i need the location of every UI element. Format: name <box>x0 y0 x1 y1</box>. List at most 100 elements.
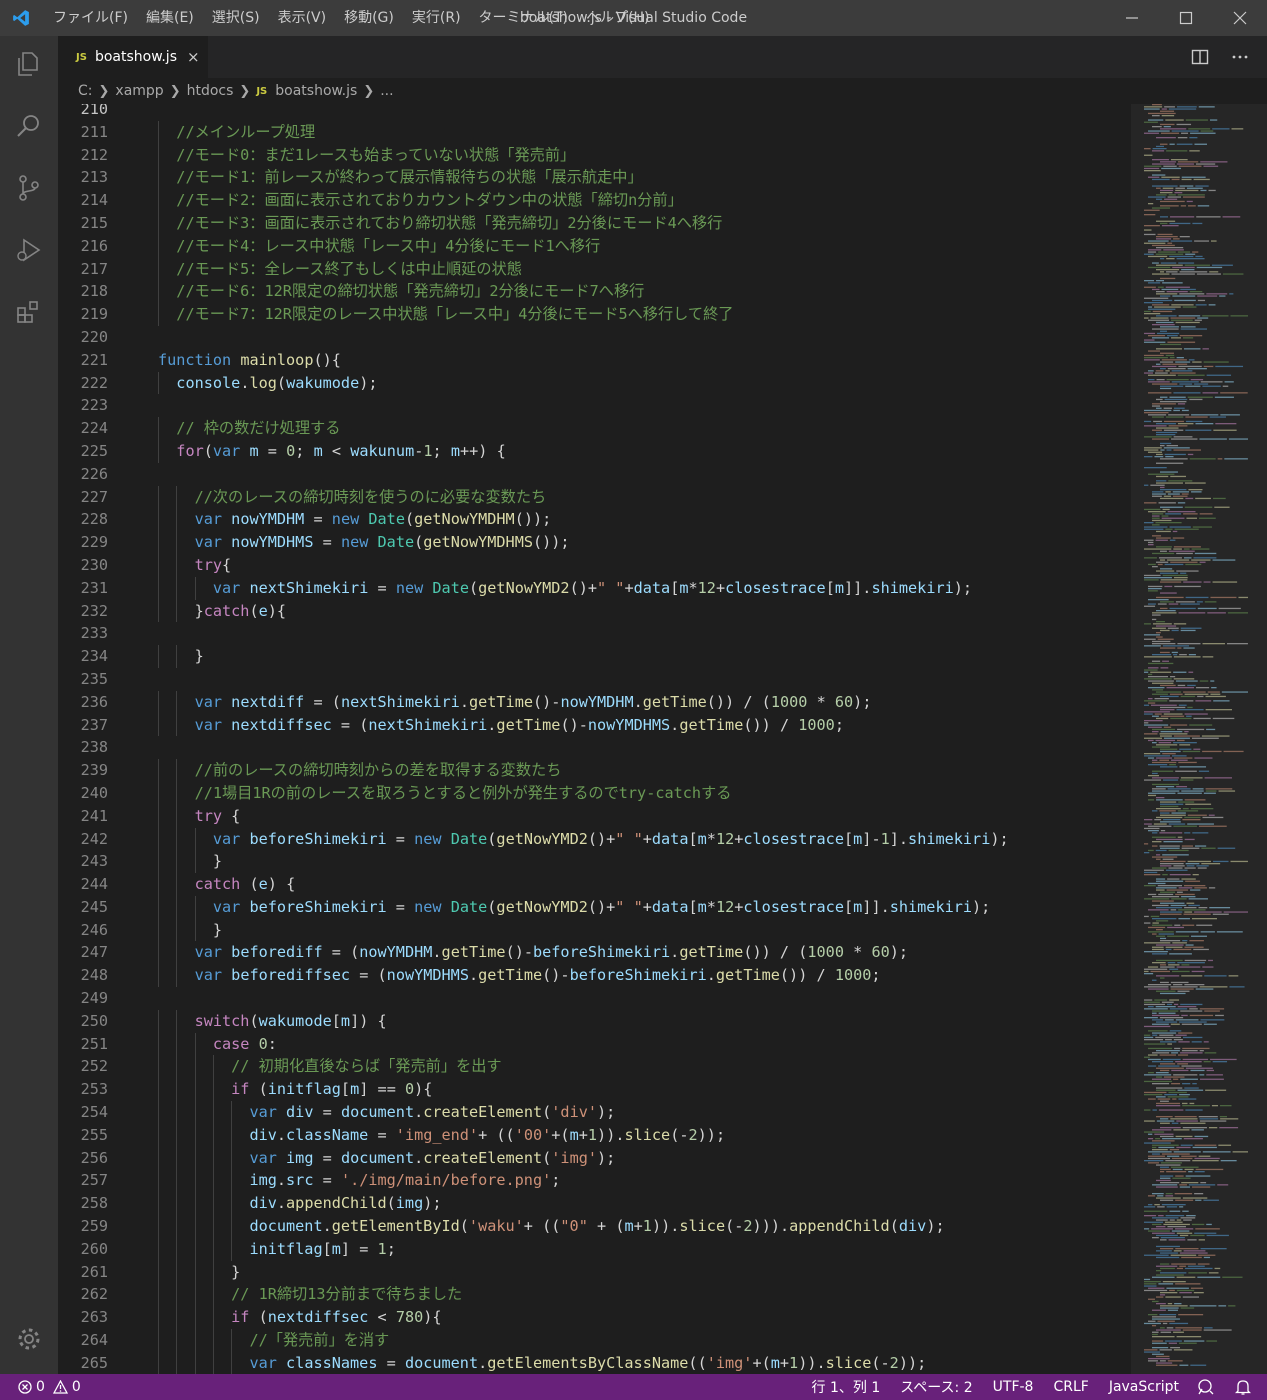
code-line[interactable]: 214 //モード2：画面に表示されておりカウントダウン中の状態「締切n分前」 <box>58 189 1138 212</box>
code-line[interactable]: 225 for(var m = 0; m < wakunum-1; m++) { <box>58 439 1138 463</box>
code-line[interactable]: 260 initflag[m] = 1; <box>58 1237 1138 1261</box>
code-line[interactable]: 243 } <box>58 850 1138 874</box>
code-line[interactable]: 253 if (initflag[m] == 0){ <box>58 1078 1138 1102</box>
explorer-button[interactable] <box>13 48 45 80</box>
code-line[interactable]: 248 var beforediffsec = (nowYMDHMS.getTi… <box>58 964 1138 988</box>
menu-item-0[interactable]: ファイル(F) <box>44 0 137 36</box>
code-line[interactable]: 212 //モード0：まだ1レースも始まっていない状態「発売前」 <box>58 143 1138 167</box>
code-line[interactable]: 217 //モード5：全レース終了もしくは中止順延の状態 <box>58 257 1138 281</box>
cursor-position[interactable]: 行 1、列 1 <box>804 1377 889 1397</box>
search-button[interactable] <box>13 110 45 142</box>
code-line[interactable]: 254 var div = document.createElement('di… <box>58 1101 1138 1124</box>
menu-item-4[interactable]: 移動(G) <box>335 0 403 36</box>
code-line[interactable]: 235 <box>58 668 1138 691</box>
manage-button[interactable] <box>13 1323 45 1355</box>
code-line[interactable]: 210 <box>58 104 1138 121</box>
code-line[interactable]: 247 var beforediff = (nowYMDHM.getTime()… <box>58 941 1138 965</box>
menu-item-1[interactable]: 編集(E) <box>137 0 203 36</box>
close-button[interactable] <box>1213 0 1267 36</box>
minimap-token <box>1173 1331 1184 1333</box>
run-debug-button[interactable] <box>13 234 45 266</box>
minimap-token <box>1144 526 1168 528</box>
minimap[interactable] <box>1140 104 1255 1374</box>
menu-item-6[interactable]: ターミナル(T) <box>470 0 577 36</box>
code-line[interactable]: 218 //モード6：12R限定の締切状態「発売締切」2分後にモード7へ移行 <box>58 280 1138 304</box>
code-line[interactable]: 239 //前のレースの締切時刻からの差を取得する変数たち <box>58 759 1138 782</box>
code-line[interactable]: 245 var beforeShimekiri = new Date(getNo… <box>58 895 1138 919</box>
code-line[interactable]: 236 var nextdiff = (nextShimekiri.getTim… <box>58 690 1138 714</box>
code-line[interactable]: 227 //次のレースの締切時刻を使うのに必要な変数たち <box>58 485 1138 509</box>
encoding[interactable]: UTF-8 <box>981 1379 1042 1395</box>
code-line[interactable]: 229 var nowYMDHMS = new Date(getNowYMDHM… <box>58 531 1138 554</box>
code-line[interactable]: 216 //モード4：レース中状態「レース中」4分後にモード1へ移行 <box>58 234 1138 258</box>
code-line[interactable]: 220 <box>58 326 1138 349</box>
code-line[interactable]: 251 case 0: <box>58 1032 1138 1056</box>
code-line[interactable]: 256 var img = document.createElement('im… <box>58 1146 1138 1170</box>
code-line[interactable]: 262 // 1R締切13分前まで待ちました <box>58 1283 1138 1307</box>
source-control-button[interactable] <box>13 172 45 204</box>
code-line[interactable]: 233 <box>58 622 1138 645</box>
code-line[interactable]: 215 //モード3：画面に表示されており締切状態「発売締切」2分後にモード4へ… <box>58 211 1138 235</box>
code-editor[interactable]: 210 211 //メインループ処理 212 //モード0：まだ1レースも始まってい… <box>58 104 1267 1374</box>
tab-boatshow-js[interactable]: JS boatshow.js × <box>58 36 208 78</box>
breadcrumb-folder-xampp[interactable]: xampp <box>115 83 163 99</box>
code-line[interactable]: 228 var nowYMDHM = new Date(getNowYMDHM(… <box>58 508 1138 532</box>
code-line[interactable]: 249 <box>58 987 1138 1010</box>
vertical-scrollbar[interactable] <box>1255 104 1267 1374</box>
code-line[interactable]: 238 <box>58 736 1138 759</box>
tab-close-button[interactable]: × <box>187 48 200 66</box>
code-line[interactable]: 230 try{ <box>58 553 1138 577</box>
code-line[interactable]: 240 //1場目1Rの前のレースを取ろうとすると例外が発生するのでtry-ca… <box>58 781 1138 805</box>
code-line[interactable]: 259 document.getElementById('waku'+ (("0… <box>58 1215 1138 1238</box>
menu-item-3[interactable]: 表示(V) <box>269 0 336 36</box>
breadcrumb-drive[interactable]: C: <box>78 83 93 99</box>
code-line[interactable]: 226 <box>58 463 1138 486</box>
code-line[interactable]: 237 var nextdiffsec = (nextShimekiri.get… <box>58 713 1138 737</box>
code-line[interactable]: 255 div.className = 'img_end'+ (('00'+(m… <box>58 1123 1138 1147</box>
code-line[interactable]: 234 } <box>58 645 1138 668</box>
code-line[interactable]: 242 var beforeShimekiri = new Date(getNo… <box>58 827 1138 851</box>
maximize-button[interactable] <box>1159 0 1213 36</box>
code-line[interactable]: 224 // 枠の数だけ処理する <box>58 417 1138 440</box>
code-line[interactable]: 244 catch (e) { <box>58 873 1138 896</box>
code-line[interactable]: 221 function mainloop(){ <box>58 349 1138 372</box>
split-editor-icon[interactable] <box>1191 48 1209 66</box>
code-line[interactable]: 223 <box>58 394 1138 417</box>
code-line[interactable]: 250 switch(wakumode[m]) { <box>58 1009 1138 1033</box>
indentation[interactable]: スペース: 2 <box>888 1377 980 1397</box>
code-line[interactable]: 246 } <box>58 918 1138 942</box>
menu-item-5[interactable]: 実行(R) <box>403 0 470 36</box>
more-actions-icon[interactable] <box>1231 48 1249 66</box>
code-line[interactable]: 213 //モード1：前レースが終わって展示情報待ちの状態「展示航走中」 <box>58 166 1138 190</box>
problems-indicator[interactable]: 0 0 <box>0 1379 89 1395</box>
notifications-button[interactable] <box>1223 1378 1267 1396</box>
code-line[interactable]: 232 }catch(e){ <box>58 599 1138 623</box>
breadcrumb-folder-htdocs[interactable]: htdocs <box>187 83 234 99</box>
code-line[interactable]: 222 console.log(wakumode); <box>58 371 1138 395</box>
code-line[interactable]: 261 } <box>58 1260 1138 1284</box>
menu-item-7[interactable]: ヘルプ(H) <box>577 0 658 36</box>
code-line[interactable]: 231 var nextShimekiri = new Date(getNowY… <box>58 576 1138 600</box>
breadcrumb-file[interactable]: boatshow.js <box>275 83 357 99</box>
minimap-token <box>1189 1102 1195 1105</box>
minimize-button[interactable] <box>1105 0 1159 36</box>
code-line[interactable]: 219 //モード7：12R限定のレース中状態「レース中」4分後にモード5へ移行… <box>58 303 1138 326</box>
breadcrumb-symbols[interactable]: ... <box>380 83 393 99</box>
menu-item-2[interactable]: 選択(S) <box>203 0 269 36</box>
code-line[interactable]: 263 if (nextdiffsec < 780){ <box>58 1306 1138 1330</box>
minimap-token <box>1175 361 1191 363</box>
code-line[interactable]: 265 var classNames = document.getElement… <box>58 1351 1138 1374</box>
minimap-token <box>1144 170 1161 172</box>
extensions-button[interactable] <box>13 296 45 328</box>
code-line[interactable]: 252 // 初期化直後ならば「発売前」を出す <box>58 1055 1138 1079</box>
minimap-token <box>1166 379 1189 381</box>
code-line[interactable]: 258 div.appendChild(img); <box>58 1192 1138 1216</box>
language-mode[interactable]: JavaScript <box>1097 1379 1187 1395</box>
code-line[interactable]: 211 //メインループ処理 <box>58 120 1138 144</box>
end-of-line[interactable]: CRLF <box>1041 1379 1096 1395</box>
code-line[interactable]: 241 try { <box>58 804 1138 828</box>
code-line[interactable]: 257 img.src = './img/main/before.png'; <box>58 1169 1138 1193</box>
code-line[interactable]: 264 //「発売前」を消す <box>58 1329 1138 1352</box>
minimap-token <box>1168 414 1190 416</box>
feedback-button[interactable] <box>1187 1378 1223 1396</box>
